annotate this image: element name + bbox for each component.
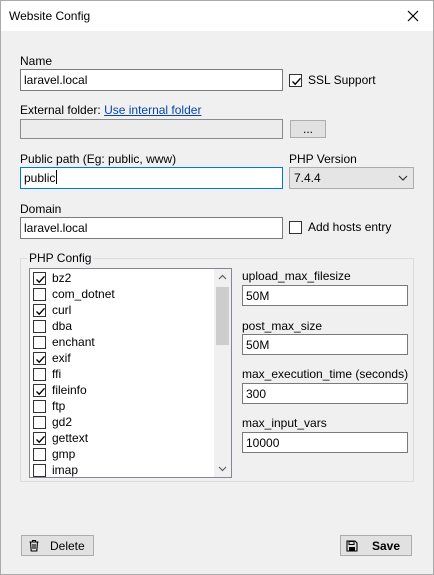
extension-checkbox[interactable] bbox=[33, 351, 46, 365]
php-version-select[interactable]: 7.4.4 bbox=[289, 167, 414, 189]
delete-button[interactable]: Delete bbox=[21, 535, 94, 556]
floppy-disk-icon bbox=[346, 539, 358, 552]
external-folder-row: External folder: Use internal folder bbox=[20, 103, 201, 117]
extension-label: gd2 bbox=[52, 415, 73, 429]
add-hosts-entry-check[interactable] bbox=[289, 220, 302, 234]
extension-checkbox[interactable] bbox=[33, 367, 46, 381]
extension-item-11[interactable]: gmp bbox=[33, 446, 75, 462]
ssl-support-checkbox[interactable]: SSL Support bbox=[289, 73, 376, 87]
php-version-value: 7.4.4 bbox=[294, 171, 321, 185]
text-caret bbox=[56, 170, 58, 184]
max-execution-time-input[interactable]: 300 bbox=[242, 383, 408, 404]
php-config-legend: PHP Config bbox=[27, 251, 94, 265]
browse-button[interactable]: ... bbox=[290, 120, 326, 138]
max-execution-time-label: max_execution_time (seconds) bbox=[242, 367, 409, 381]
extension-label: exif bbox=[52, 351, 71, 365]
close-icon bbox=[407, 10, 419, 22]
extension-label: ffi bbox=[52, 367, 62, 381]
external-folder-input[interactable] bbox=[20, 119, 283, 139]
extension-label: enchant bbox=[52, 335, 95, 349]
extension-label: dba bbox=[52, 319, 73, 333]
public-path-value: public bbox=[24, 171, 56, 185]
extension-item-7[interactable]: fileinfo bbox=[33, 382, 87, 398]
extension-item-5[interactable]: exif bbox=[33, 350, 71, 366]
external-folder-label: External folder: bbox=[20, 103, 101, 117]
max-execution-time-value: 300 bbox=[246, 387, 267, 401]
upload-max-filesize-value: 50M bbox=[246, 289, 270, 303]
extension-label: ftp bbox=[52, 399, 66, 413]
name-input[interactable]: laravel.local bbox=[20, 69, 283, 91]
post-max-size-label: post_max_size bbox=[242, 319, 323, 333]
extension-label: gettext bbox=[52, 431, 89, 445]
extension-item-10[interactable]: gettext bbox=[33, 430, 88, 446]
extension-label: com_dotnet bbox=[52, 287, 115, 301]
browse-label: ... bbox=[302, 122, 313, 136]
extension-checkbox[interactable] bbox=[33, 447, 46, 461]
extensions-list[interactable]: bz2 com_dotnetcurl dba enchant exif ffi filein… bbox=[29, 268, 232, 478]
close-button[interactable] bbox=[393, 1, 433, 31]
extension-checkbox[interactable] bbox=[33, 287, 46, 301]
extension-item-1[interactable]: com_dotnet bbox=[33, 286, 115, 302]
extension-label: bz2 bbox=[52, 271, 72, 285]
domain-label: Domain bbox=[20, 202, 62, 216]
post-max-size-value: 50M bbox=[246, 338, 270, 352]
ssl-support-label: SSL Support bbox=[308, 73, 376, 87]
extension-item-6[interactable]: ffi bbox=[33, 366, 61, 382]
php-version-label: PHP Version bbox=[289, 152, 357, 166]
trash-icon bbox=[29, 539, 39, 552]
save-label: Save bbox=[372, 538, 401, 553]
extensions-scrollbar[interactable] bbox=[214, 269, 231, 477]
extension-checkbox[interactable] bbox=[33, 431, 46, 445]
extension-checkbox[interactable] bbox=[33, 399, 46, 413]
scroll-up-icon[interactable] bbox=[218, 274, 227, 280]
domain-value: laravel.local bbox=[24, 221, 88, 235]
max-input-vars-value: 10000 bbox=[246, 436, 280, 450]
post-max-size-input[interactable]: 50M bbox=[242, 334, 408, 355]
website-config-dialog: Website Config Name laravel.local SSL Su… bbox=[0, 0, 434, 575]
name-label: Name bbox=[20, 54, 53, 68]
add-hosts-entry-checkbox[interactable]: Add hosts entry bbox=[289, 220, 391, 234]
scroll-down-icon[interactable] bbox=[218, 466, 227, 472]
chevron-down-icon bbox=[398, 175, 408, 181]
upload-max-filesize-input[interactable]: 50M bbox=[242, 285, 408, 306]
extension-item-4[interactable]: enchant bbox=[33, 334, 95, 350]
extension-item-12[interactable]: imap bbox=[33, 462, 79, 477]
extension-checkbox[interactable] bbox=[33, 415, 46, 429]
public-path-input[interactable]: public bbox=[20, 167, 283, 189]
extension-label: imap bbox=[52, 463, 79, 477]
extension-label: curl bbox=[52, 303, 72, 317]
extension-item-0[interactable]: bz2 bbox=[33, 270, 71, 286]
extension-checkbox[interactable] bbox=[33, 335, 46, 349]
use-internal-folder-link[interactable]: Use internal folder bbox=[104, 103, 201, 117]
extension-item-2[interactable]: curl bbox=[33, 302, 71, 318]
extension-item-3[interactable]: dba bbox=[33, 318, 72, 334]
extension-item-9[interactable]: gd2 bbox=[33, 414, 72, 430]
extension-checkbox[interactable] bbox=[33, 319, 46, 333]
max-input-vars-label: max_input_vars bbox=[242, 416, 327, 430]
window-title: Website Config bbox=[9, 9, 91, 23]
extension-label: gmp bbox=[52, 447, 76, 461]
extension-item-8[interactable]: ftp bbox=[33, 398, 65, 414]
max-input-vars-input[interactable]: 10000 bbox=[242, 432, 408, 453]
name-value: laravel.local bbox=[24, 73, 88, 87]
scroll-thumb[interactable] bbox=[216, 287, 229, 345]
add-hosts-entry-label: Add hosts entry bbox=[308, 220, 392, 234]
ssl-support-check[interactable] bbox=[289, 73, 302, 87]
extension-label: fileinfo bbox=[52, 383, 87, 397]
delete-label: Delete bbox=[50, 538, 85, 553]
extension-checkbox[interactable] bbox=[33, 383, 46, 397]
public-path-label: Public path (Eg: public, www) bbox=[20, 152, 177, 166]
title-bar: Website Config bbox=[1, 1, 433, 31]
upload-max-filesize-label: upload_max_filesize bbox=[242, 269, 351, 283]
extension-checkbox[interactable] bbox=[33, 303, 46, 317]
extension-checkbox[interactable] bbox=[33, 463, 46, 477]
domain-input[interactable]: laravel.local bbox=[20, 217, 283, 239]
save-button[interactable]: Save bbox=[340, 535, 412, 556]
extension-checkbox[interactable] bbox=[33, 271, 46, 285]
